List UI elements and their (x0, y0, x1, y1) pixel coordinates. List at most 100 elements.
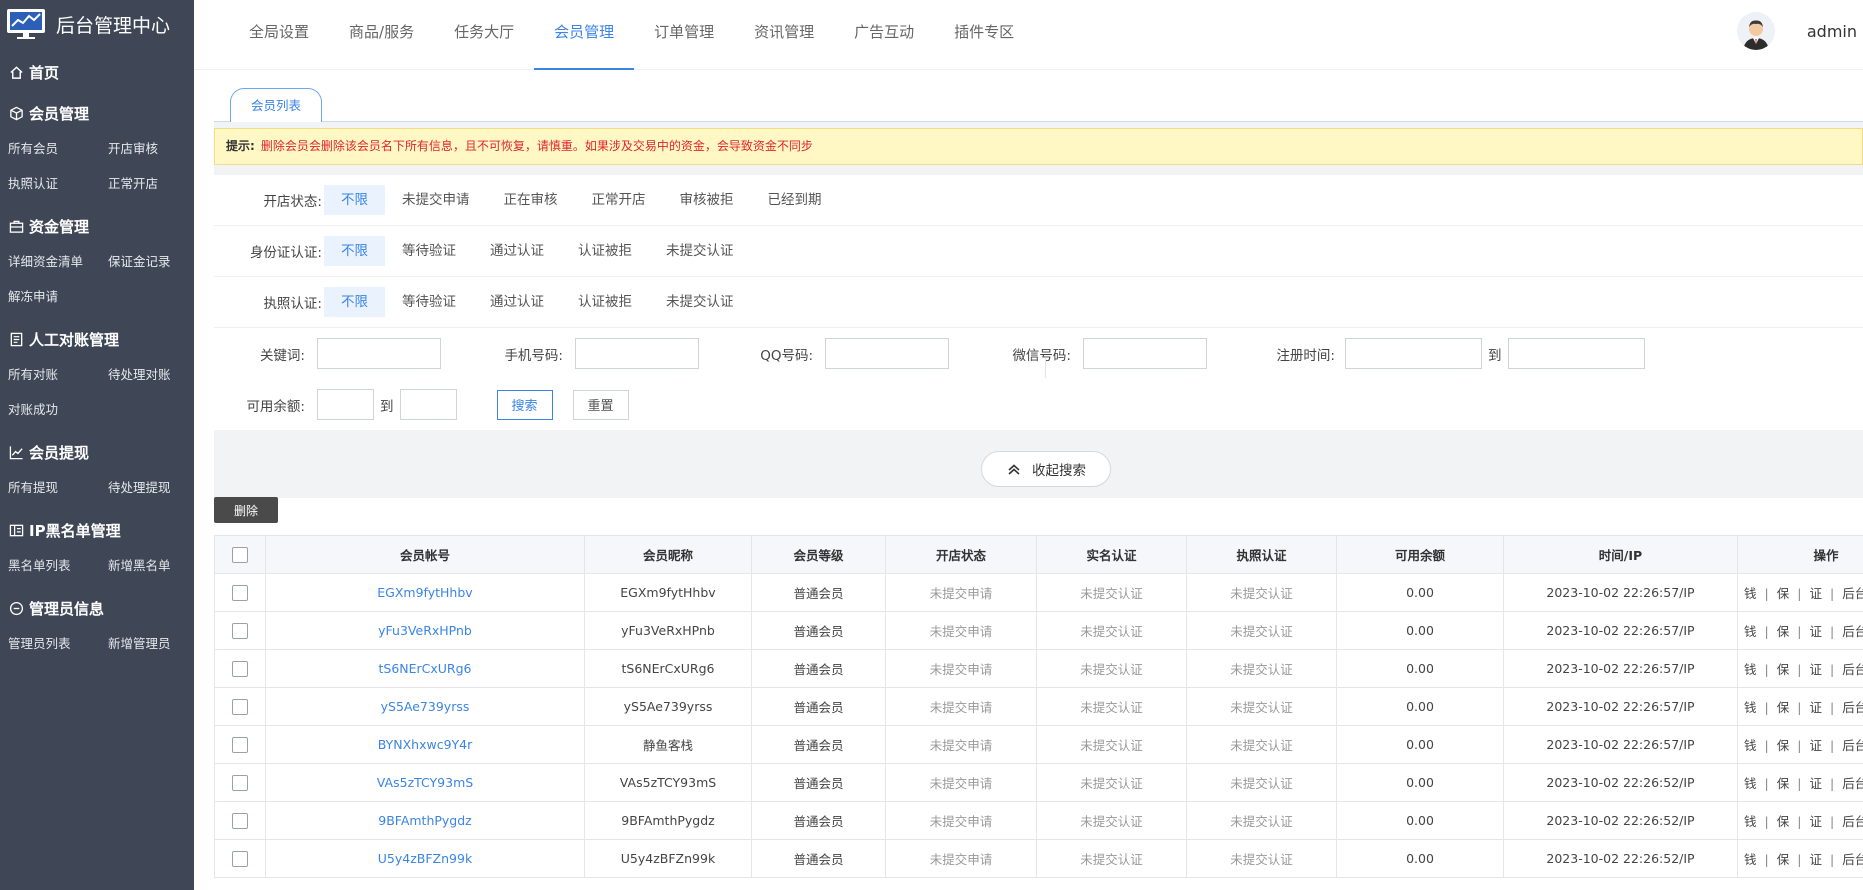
certificate-action[interactable]: 证 (1809, 586, 1822, 601)
sidebar-item-all-withdraw[interactable]: 所有提现 (8, 469, 108, 504)
user-menu[interactable]: admin (1736, 12, 1857, 50)
deposit-action[interactable]: 保 (1777, 624, 1790, 639)
account-link[interactable]: tS6NErCxURg6 (265, 649, 585, 688)
certificate-action[interactable]: 证 (1809, 814, 1822, 829)
account-link[interactable]: U5y4zBFZn99k (265, 839, 585, 878)
chip-shop-any[interactable]: 不限 (324, 185, 385, 215)
row-checkbox[interactable] (232, 660, 248, 677)
wechat-input[interactable] (1083, 338, 1207, 369)
certificate-action[interactable]: 证 (1809, 776, 1822, 791)
topnav-products[interactable]: 商品/服务 (329, 0, 434, 70)
row-checkbox[interactable] (232, 584, 248, 601)
account-link[interactable]: yS5Ae739yrss (265, 687, 585, 726)
select-all-checkbox[interactable] (232, 546, 248, 563)
sidebar-item-unfreeze[interactable]: 解冻申请 (8, 278, 108, 313)
sidebar-item-normal-shop[interactable]: 正常开店 (108, 165, 194, 200)
backend-action[interactable]: 后台 (1842, 624, 1863, 639)
chip-shop-expired[interactable]: 已经到期 (751, 185, 839, 215)
tab-member-list[interactable]: 会员列表 (230, 88, 323, 123)
row-checkbox[interactable] (232, 622, 248, 639)
keyword-input[interactable] (317, 338, 441, 369)
account-link[interactable]: yFu3VeRxHPnb (265, 611, 585, 650)
balance-max-input[interactable] (399, 389, 457, 420)
certificate-action[interactable]: 证 (1809, 738, 1822, 753)
funds-action[interactable]: 钱 (1744, 814, 1757, 829)
backend-action[interactable]: 后台 (1842, 814, 1863, 829)
avatar[interactable] (1736, 12, 1775, 50)
sidebar-item-home[interactable]: 首页 (0, 48, 194, 87)
reset-button[interactable]: 重置 (572, 389, 629, 420)
topnav-orders[interactable]: 订单管理 (634, 0, 734, 70)
sidebar-item-license-auth[interactable]: 执照认证 (8, 165, 108, 200)
sidebar-group-withdraw[interactable]: 会员提现 (0, 426, 194, 469)
backend-action[interactable]: 后台 (1842, 776, 1863, 791)
deposit-action[interactable]: 保 (1777, 700, 1790, 715)
deposit-action[interactable]: 保 (1777, 738, 1790, 753)
chip-id-not-submitted[interactable]: 未提交认证 (649, 236, 751, 266)
sidebar-group-admin[interactable]: 管理员信息 (0, 582, 194, 625)
row-checkbox[interactable] (232, 774, 248, 791)
sidebar-item-all-reconcile[interactable]: 所有对账 (8, 356, 108, 391)
backend-action[interactable]: 后台 (1842, 700, 1863, 715)
chip-license-not-submitted[interactable]: 未提交认证 (649, 287, 751, 317)
sidebar-group-funds[interactable]: 资金管理 (0, 200, 194, 243)
account-link[interactable]: EGXm9fytHhbv (265, 573, 585, 612)
deposit-action[interactable]: 保 (1777, 662, 1790, 677)
sidebar-item-shop-review[interactable]: 开店审核 (108, 130, 194, 165)
sidebar-group-ip-blacklist[interactable]: IP黑名单管理 (0, 504, 194, 547)
funds-action[interactable]: 钱 (1744, 738, 1757, 753)
account-link[interactable]: 9BFAmthPygdz (265, 801, 585, 840)
backend-action[interactable]: 后台 (1842, 852, 1863, 867)
sidebar-item-reconcile-success[interactable]: 对账成功 (8, 391, 108, 426)
chip-shop-reviewing[interactable]: 正在审核 (487, 185, 575, 215)
regtime-start-input[interactable] (1345, 338, 1482, 369)
chip-id-passed[interactable]: 通过认证 (473, 236, 561, 266)
chip-shop-normal[interactable]: 正常开店 (575, 185, 663, 215)
topnav-plugins[interactable]: 插件专区 (934, 0, 1034, 70)
certificate-action[interactable]: 证 (1809, 852, 1822, 867)
row-checkbox[interactable] (232, 850, 248, 867)
topnav-global-settings[interactable]: 全局设置 (229, 0, 329, 70)
topnav-news[interactable]: 资讯管理 (734, 0, 834, 70)
certificate-action[interactable]: 证 (1809, 700, 1822, 715)
funds-action[interactable]: 钱 (1744, 776, 1757, 791)
backend-action[interactable]: 后台 (1842, 662, 1863, 677)
chip-id-rejected[interactable]: 认证被拒 (561, 236, 649, 266)
deposit-action[interactable]: 保 (1777, 814, 1790, 829)
chip-license-any[interactable]: 不限 (324, 287, 385, 317)
sidebar-item-fund-detail[interactable]: 详细资金清单 (8, 243, 108, 278)
account-link[interactable]: VAs5zTCY93mS (265, 763, 585, 802)
certificate-action[interactable]: 证 (1809, 624, 1822, 639)
delete-button[interactable]: 删除 (214, 497, 278, 523)
sidebar-group-member[interactable]: 会员管理 (0, 87, 194, 130)
brand[interactable]: 后台管理中心 (0, 0, 194, 48)
search-button[interactable]: 搜索 (496, 389, 553, 420)
collapse-search-button[interactable]: 收起搜索 (981, 451, 1111, 487)
row-checkbox[interactable] (232, 698, 248, 715)
chip-id-pending[interactable]: 等待验证 (385, 236, 473, 266)
chip-shop-not-submitted[interactable]: 未提交申请 (385, 185, 487, 215)
funds-action[interactable]: 钱 (1744, 662, 1757, 677)
funds-action[interactable]: 钱 (1744, 586, 1757, 601)
row-checkbox[interactable] (232, 736, 248, 753)
balance-min-input[interactable] (317, 389, 374, 420)
sidebar-item-blacklist-list[interactable]: 黑名单列表 (8, 547, 108, 582)
chip-license-passed[interactable]: 通过认证 (473, 287, 561, 317)
sidebar-item-add-admin[interactable]: 新增管理员 (108, 625, 194, 660)
phone-input[interactable] (575, 338, 699, 369)
qq-input[interactable] (825, 338, 949, 369)
account-link[interactable]: BYNXhxwc9Y4r (265, 725, 585, 764)
sidebar-group-reconcile[interactable]: 人工对账管理 (0, 313, 194, 356)
funds-action[interactable]: 钱 (1744, 852, 1757, 867)
funds-action[interactable]: 钱 (1744, 700, 1757, 715)
regtime-end-input[interactable] (1507, 338, 1645, 369)
chip-id-any[interactable]: 不限 (324, 236, 385, 266)
deposit-action[interactable]: 保 (1777, 586, 1790, 601)
deposit-action[interactable]: 保 (1777, 852, 1790, 867)
sidebar-item-pending-reconcile[interactable]: 待处理对账 (108, 356, 194, 391)
sidebar-item-all-members[interactable]: 所有会员 (8, 130, 108, 165)
topnav-member-management[interactable]: 会员管理 (534, 0, 635, 70)
chip-shop-rejected[interactable]: 审核被拒 (663, 185, 751, 215)
chip-license-pending[interactable]: 等待验证 (385, 287, 473, 317)
sidebar-item-deposit-record[interactable]: 保证金记录 (108, 243, 194, 278)
